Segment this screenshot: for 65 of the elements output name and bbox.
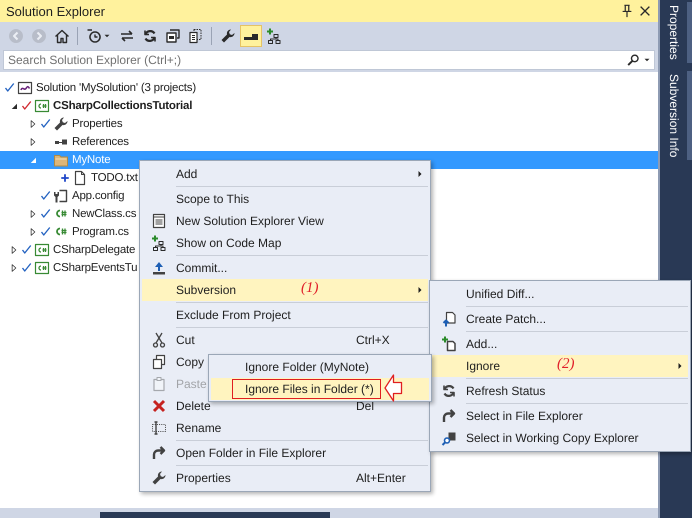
panel-title: Solution Explorer bbox=[6, 4, 105, 18]
menu-item[interactable]: Add bbox=[142, 163, 428, 185]
documents-icon bbox=[188, 28, 204, 44]
menu-item[interactable]: Subversion (1) bbox=[142, 279, 428, 301]
delete-icon bbox=[151, 398, 167, 414]
clipboard-icon bbox=[151, 376, 167, 392]
sync-arrows-icon bbox=[118, 28, 134, 44]
tree-item[interactable]: References bbox=[0, 133, 129, 151]
preview-button[interactable] bbox=[240, 25, 262, 47]
stacked-windows-icon bbox=[164, 28, 180, 44]
menu-item[interactable]: Show on Code Map bbox=[142, 232, 296, 254]
arrow-annotation-icon bbox=[384, 374, 403, 402]
menu-item[interactable]: Ignore Folder (MyNote) bbox=[211, 356, 384, 378]
menu-item[interactable]: Create Patch... bbox=[432, 308, 560, 330]
menu-item[interactable]: Select in File Explorer bbox=[432, 405, 597, 427]
copy-icon bbox=[151, 354, 167, 370]
tree-item[interactable]: App.config bbox=[0, 187, 124, 205]
clock-icon bbox=[86, 28, 102, 44]
scissors-icon bbox=[151, 332, 167, 348]
search-icon bbox=[626, 53, 640, 67]
close-icon bbox=[638, 4, 652, 18]
search-field[interactable]: Search Solution Explorer (Ctrl+;) bbox=[3, 50, 655, 70]
menu-item[interactable]: Exclude From Project bbox=[142, 304, 305, 326]
menu-item[interactable]: Add... bbox=[432, 333, 512, 355]
tree-item[interactable]: CSharpDelegate bbox=[0, 241, 136, 259]
tree-item[interactable]: Program.cs bbox=[0, 223, 129, 241]
annotation-frame: Ignore Files in Folder (*) bbox=[232, 379, 381, 399]
curved-arrow-icon bbox=[441, 408, 457, 424]
tree-item[interactable]: CSharpCollectionsTutorial bbox=[0, 97, 192, 115]
tree-item[interactable]: Properties bbox=[0, 115, 122, 133]
tree-item[interactable]: CSharpEventsTu bbox=[0, 259, 138, 277]
scrollbar-thumb[interactable] bbox=[100, 512, 330, 518]
side-tab[interactable]: Properties bbox=[663, 2, 692, 63]
add-file-icon bbox=[441, 336, 457, 352]
refresh-icon bbox=[142, 28, 158, 44]
patch-icon bbox=[441, 311, 457, 327]
refresh-icon bbox=[441, 383, 457, 399]
menu-item[interactable]: Refresh Status bbox=[432, 380, 560, 402]
annotation-note: (2) bbox=[557, 356, 574, 373]
menu-item[interactable]: Select in Working Copy Explorer bbox=[432, 427, 653, 449]
menu-item[interactable]: Ignore (2) bbox=[432, 355, 688, 377]
menu-item[interactable]: Open Folder in File Explorer bbox=[142, 442, 340, 464]
wrench-icon bbox=[220, 28, 236, 44]
node-diagram-icon bbox=[266, 28, 282, 44]
menu-item[interactable]: Rename bbox=[142, 417, 236, 439]
home-icon bbox=[54, 28, 70, 44]
annotation-note: (1) bbox=[301, 280, 318, 297]
menu-item[interactable]: Scope to This bbox=[142, 188, 264, 210]
upload-icon bbox=[151, 260, 167, 276]
wrench-icon bbox=[151, 470, 167, 486]
node-diagram-icon bbox=[151, 235, 167, 251]
tree-item[interactable]: Solution 'MySolution' (3 projects) bbox=[0, 79, 196, 97]
menu-item[interactable]: Commit... bbox=[142, 257, 242, 279]
curved-arrow-icon bbox=[151, 445, 167, 461]
menu-item[interactable]: New Solution Explorer View bbox=[142, 210, 338, 232]
menu-item[interactable]: Properties Alt+Enter bbox=[142, 467, 428, 489]
search-folder-icon bbox=[441, 430, 457, 446]
menu-item[interactable]: Unified Diff... bbox=[432, 283, 548, 305]
side-tab[interactable]: Subversion Info bbox=[663, 70, 692, 160]
tree-item[interactable]: TODO.txt bbox=[0, 169, 138, 187]
tree-item[interactable]: NewClass.cs bbox=[0, 205, 136, 223]
menu-item[interactable]: Cut Ctrl+X bbox=[142, 329, 428, 351]
rename-icon bbox=[151, 420, 167, 436]
window-list-icon bbox=[151, 213, 167, 229]
pin-icon bbox=[620, 4, 634, 18]
